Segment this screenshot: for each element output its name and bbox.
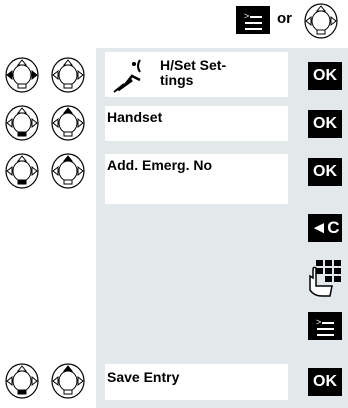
ok-button[interactable]: OK: [308, 368, 342, 396]
handset-settings-icon: [113, 59, 141, 93]
nav-key-icon[interactable]: [50, 104, 86, 142]
ok-button[interactable]: OK: [308, 110, 342, 138]
nav-key-icon[interactable]: [303, 2, 339, 40]
menu-item-handset: Handset: [105, 106, 288, 141]
menu-item-label: Add. Emerg. No: [107, 157, 213, 173]
menu-item-add-emerg-no: Add. Emerg. No: [105, 154, 288, 204]
menu-item-label: Save Entry: [107, 369, 180, 385]
menu-line: [250, 16, 262, 18]
menu-line: [322, 322, 334, 324]
nav-key-icon[interactable]: [4, 362, 40, 400]
nav-key-icon[interactable]: [50, 56, 86, 94]
nav-key-icon[interactable]: [4, 104, 40, 142]
menu-item-label: tings: [160, 72, 194, 88]
menu-arrow-icon: >: [244, 11, 250, 21]
menu-line: [245, 28, 262, 30]
nav-key-icon[interactable]: [50, 152, 86, 190]
nav-key-icon[interactable]: [4, 56, 40, 94]
menu-key-top[interactable]: >: [236, 6, 270, 34]
or-connector: or: [277, 10, 292, 27]
nav-key-icon[interactable]: [50, 362, 86, 400]
ok-button[interactable]: OK: [308, 62, 342, 90]
menu-line: [317, 328, 334, 330]
menu-key[interactable]: >: [308, 312, 342, 340]
nav-key-icon[interactable]: [4, 152, 40, 190]
keypad-icon[interactable]: [308, 258, 342, 298]
menu-arrow-icon: >: [316, 317, 322, 327]
ok-button[interactable]: OK: [308, 158, 342, 186]
menu-item-hset-settings: H/Set Set- tings: [105, 52, 288, 97]
menu-item-label: Handset: [107, 109, 163, 125]
menu-item-save-entry: Save Entry: [105, 364, 288, 400]
menu-line: [317, 334, 334, 336]
menu-line: [245, 22, 262, 24]
clear-key[interactable]: ◄C: [308, 214, 342, 242]
menu-item-label: H/Set Set-: [160, 57, 227, 73]
